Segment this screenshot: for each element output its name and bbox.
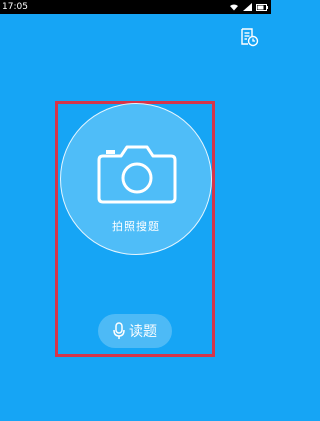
signal-icon xyxy=(243,3,252,11)
history-button[interactable] xyxy=(239,27,259,47)
read-question-button[interactable]: 读题 xyxy=(98,314,172,348)
status-icons xyxy=(229,3,268,11)
camera-icon xyxy=(97,145,177,204)
photo-search-label: 拍照搜题 xyxy=(112,220,160,233)
status-bar: 17:05 xyxy=(0,0,271,14)
battery-icon xyxy=(256,3,268,11)
history-list-icon xyxy=(241,28,259,47)
status-time: 17:05 xyxy=(2,2,28,12)
read-question-label: 读题 xyxy=(129,324,157,340)
photo-search-button[interactable]: 拍照搜题 xyxy=(60,103,212,255)
wifi-icon xyxy=(230,4,238,11)
microphone-icon xyxy=(113,322,125,339)
